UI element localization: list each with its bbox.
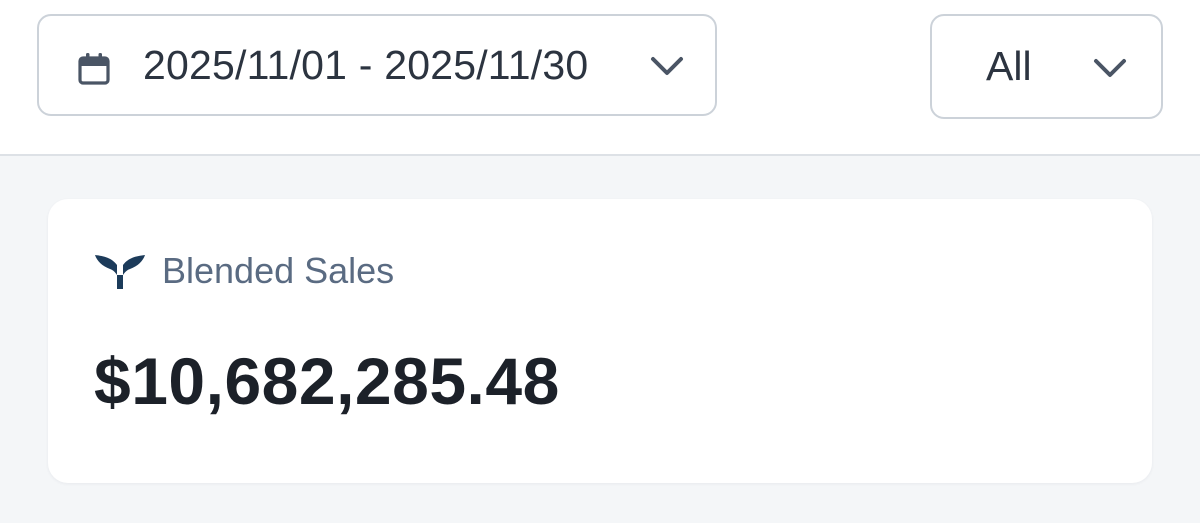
- date-range-picker[interactable]: 2025/11/01 - 2025/11/30: [37, 14, 717, 116]
- segment-filter-value: All: [986, 43, 1032, 89]
- metric-value: $10,682,285.48: [94, 344, 560, 418]
- calendar-icon: [78, 53, 110, 85]
- metric-label: Blended Sales: [162, 250, 395, 291]
- chevron-down-icon: [651, 57, 683, 75]
- chevron-down-icon: [1094, 59, 1126, 77]
- whale-tail-logo-icon: [95, 255, 145, 289]
- filter-bar: 2025/11/01 - 2025/11/30 All: [0, 0, 1200, 156]
- blended-sales-card: Blended Sales $10,682,285.48: [48, 199, 1152, 483]
- segment-filter-select[interactable]: All: [930, 14, 1163, 119]
- date-range-label: 2025/11/01 - 2025/11/30: [143, 41, 589, 88]
